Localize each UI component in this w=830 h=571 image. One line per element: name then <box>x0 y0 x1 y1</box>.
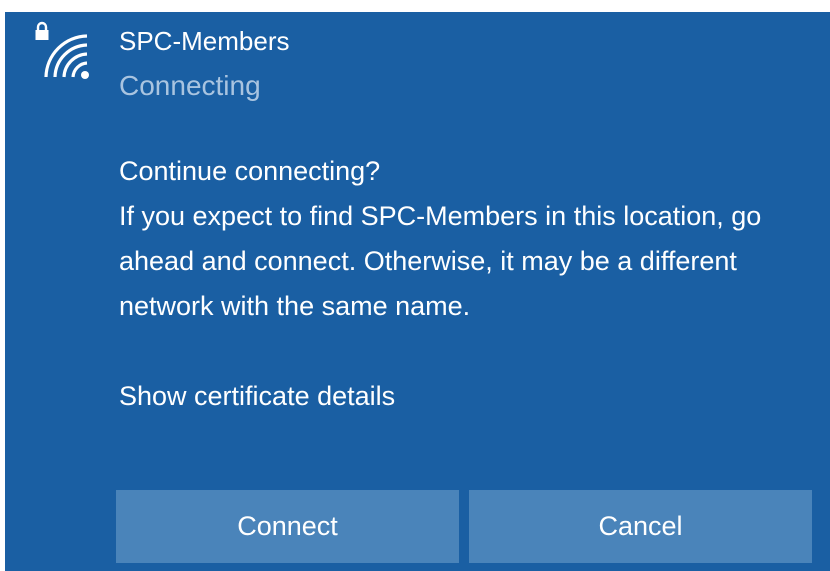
network-name: SPC-Members <box>119 26 290 56</box>
connection-status: Connecting <box>119 70 261 101</box>
wifi-connect-flyout: SPC-Members Connecting Continue connecti… <box>5 12 830 571</box>
show-certificate-details-link[interactable]: Show certificate details <box>119 374 395 419</box>
wifi-secured-icon <box>35 21 89 79</box>
cancel-button[interactable]: Cancel <box>469 490 812 563</box>
prompt-message: If you expect to find SPC-Members in thi… <box>119 201 762 321</box>
connect-message: Continue connecting? If you expect to fi… <box>119 149 819 329</box>
prompt-question: Continue connecting? <box>119 156 381 186</box>
connect-button[interactable]: Connect <box>116 490 459 563</box>
